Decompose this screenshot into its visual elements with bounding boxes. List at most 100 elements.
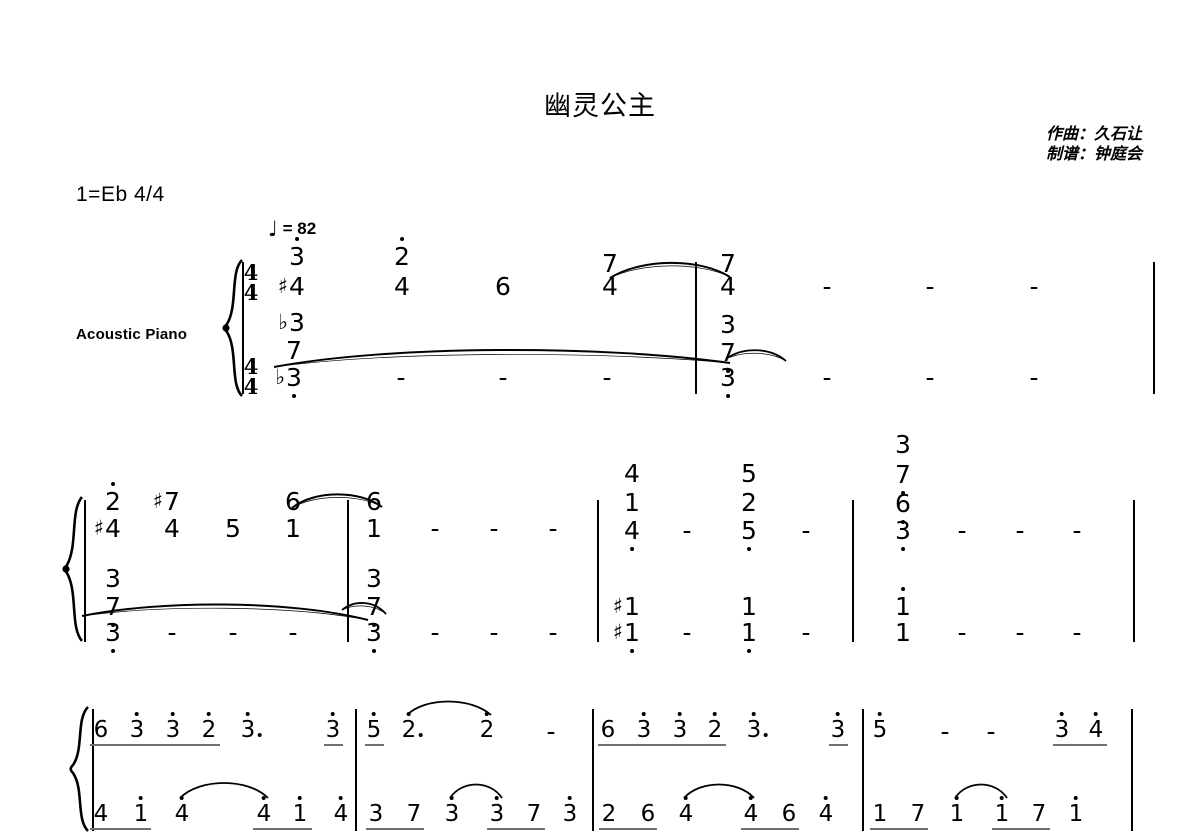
quarter-note-icon: ♩ <box>268 217 278 241</box>
note-s1-m1-b1-mid: ♯ 4 <box>277 272 305 301</box>
beam-s3-m3-bass-b <box>741 828 799 830</box>
barline-s3-1 <box>355 709 357 831</box>
note-s2-m1-bass-hi: 3 <box>105 564 121 593</box>
dash-s2-m4-bass-2: - <box>957 618 967 647</box>
note-s1-m2-bass-low: 3 <box>720 365 736 398</box>
note-s3-m3-t4: 2 <box>708 712 722 742</box>
composer-line: 作曲：久石让 <box>1045 124 1142 143</box>
note-s3-m3-t6: 3 <box>831 712 845 742</box>
octave-dot-up <box>134 712 139 716</box>
beam-s3-m1-bass-a <box>90 828 151 830</box>
note-s3-m3-b6: 4 <box>819 796 833 826</box>
note-s1-m1-b3: 6 <box>495 272 511 301</box>
note-s3-m2-b4: 3 <box>490 796 504 826</box>
dash-s2-m2-t2: - <box>430 514 440 543</box>
note-s3-m2-b1: 3 <box>368 801 384 827</box>
note-s3-m2-b5: 7 <box>526 801 542 827</box>
tie-s3-m3-bass <box>683 783 755 799</box>
sharp-icon: ♯ <box>612 619 624 644</box>
note-s2-m4-bass-low: 1 <box>895 618 911 647</box>
note-s3-m1-b1: 4 <box>93 801 109 827</box>
octave-dot-down <box>292 394 296 398</box>
octave-dot-down <box>111 649 115 653</box>
note-s2-m1-b2: 4 <box>164 514 180 543</box>
dash-s2-m3-t2: - <box>682 516 692 545</box>
dash-s2-m3-bass-4: - <box>801 618 811 647</box>
octave-dot-up <box>138 796 143 800</box>
octave-dot-up <box>567 796 572 800</box>
barline-s3-2 <box>592 709 594 831</box>
barline-s1-end <box>1153 262 1155 394</box>
beam-s3-m3-treble-b <box>829 744 848 746</box>
dash-s2-m4-bass-3: - <box>1015 618 1025 647</box>
dash-s1-m2-bass-2: - <box>822 363 832 392</box>
note-s2-m3-b1-hi: 4 <box>624 459 640 488</box>
sharp-icon: ♯ <box>152 488 164 513</box>
sharp-icon: ♯ <box>612 593 624 618</box>
note-s3-m3-t3: 3 <box>673 712 687 742</box>
octave-dot-up <box>641 712 646 716</box>
key-signature: 1=Eb 4/4 <box>76 183 165 206</box>
dash-s2-m1-bass-2: - <box>167 618 177 647</box>
barline-s2-3 <box>852 500 854 642</box>
note-s3-m1-b2: 1 <box>134 796 148 826</box>
beam-s3-m4-treble <box>1053 744 1107 746</box>
note-s2-m3-b3-low: 5 <box>741 518 757 551</box>
note-s3-m2-t1: 5 <box>367 712 381 742</box>
note-s3-m1-t5: 3 <box>241 712 262 742</box>
dash-s2-m1-bass-4: - <box>288 618 298 647</box>
dash-s3-m2-t4: - <box>546 717 556 746</box>
dash-s3-m4-t3: - <box>986 717 996 746</box>
octave-dot-up <box>206 712 211 716</box>
note-s3-m2-b6: 3 <box>563 796 577 826</box>
note-s2-m1-b4: 1 <box>285 514 301 543</box>
staff-brace <box>69 706 90 832</box>
note-s2-m3-b3-mid: 2 <box>741 488 757 517</box>
flat-icon: ♭ <box>278 309 289 334</box>
octave-dot-up <box>677 712 682 716</box>
tie-s3-m2-bass <box>449 783 503 799</box>
note-s3-m2-t2: 2 <box>402 712 423 742</box>
dash-s1-m2-t3: - <box>925 272 935 301</box>
octave-dot-up <box>877 712 882 716</box>
octave-dot-down <box>747 649 751 653</box>
note-s3-m1-b4: 4 <box>257 796 271 826</box>
note-s3-m3-b5: 6 <box>781 801 797 827</box>
note-s3-m3-t2: 3 <box>637 712 651 742</box>
barline-s2-1 <box>347 500 349 642</box>
dash-s1-m2-bass-3: - <box>925 363 935 392</box>
beam-s3-m4-bass-a <box>870 828 928 830</box>
flat-icon: ♭ <box>275 364 286 389</box>
octave-dot-up <box>245 712 250 716</box>
dash-s2-m2-bass-4: - <box>548 618 558 647</box>
note-s3-m3-b1: 2 <box>601 801 617 827</box>
note-s3-m1-b5: 1 <box>293 796 307 826</box>
note-s1-m2-b1: 4 <box>720 272 736 301</box>
sharp-icon: ♯ <box>277 273 289 298</box>
beam-s3-m1-bass-b <box>253 828 312 830</box>
note-s2-m1-b3: 5 <box>225 514 241 543</box>
note-head: 3 <box>289 237 305 269</box>
octave-dot-up <box>1059 712 1064 716</box>
tie-s2-bass-long <box>81 603 369 621</box>
octave-dot-up <box>1093 712 1098 716</box>
dash-s2-m2-t4: - <box>548 514 558 543</box>
beam-s3-m3-bass-a <box>599 828 657 830</box>
dash-s2-m1-bass-3: - <box>228 618 238 647</box>
note-s3-m2-b2: 7 <box>406 801 422 827</box>
dash-s2-m4-t4: - <box>1072 516 1082 545</box>
note-s3-m2-b3: 3 <box>445 796 459 826</box>
octave-dot-up <box>901 587 905 591</box>
octave-dot-up <box>400 237 404 241</box>
note-s3-m4-t5: 4 <box>1089 712 1103 742</box>
octave-dot-up <box>823 796 828 800</box>
dash-s2-m4-t2: - <box>957 516 967 545</box>
note-s2-m3-b3-hi: 5 <box>741 459 757 488</box>
dash-s3-m4-t2: - <box>940 717 950 746</box>
octave-dot-up <box>835 712 840 716</box>
barline-s3-3 <box>862 709 864 831</box>
note-s1-m1-b2-up: 2 <box>394 237 410 269</box>
barline-s3-end <box>1131 709 1133 831</box>
dash-s2-m2-bass-2: - <box>430 618 440 647</box>
augmentation-dot <box>257 733 262 737</box>
